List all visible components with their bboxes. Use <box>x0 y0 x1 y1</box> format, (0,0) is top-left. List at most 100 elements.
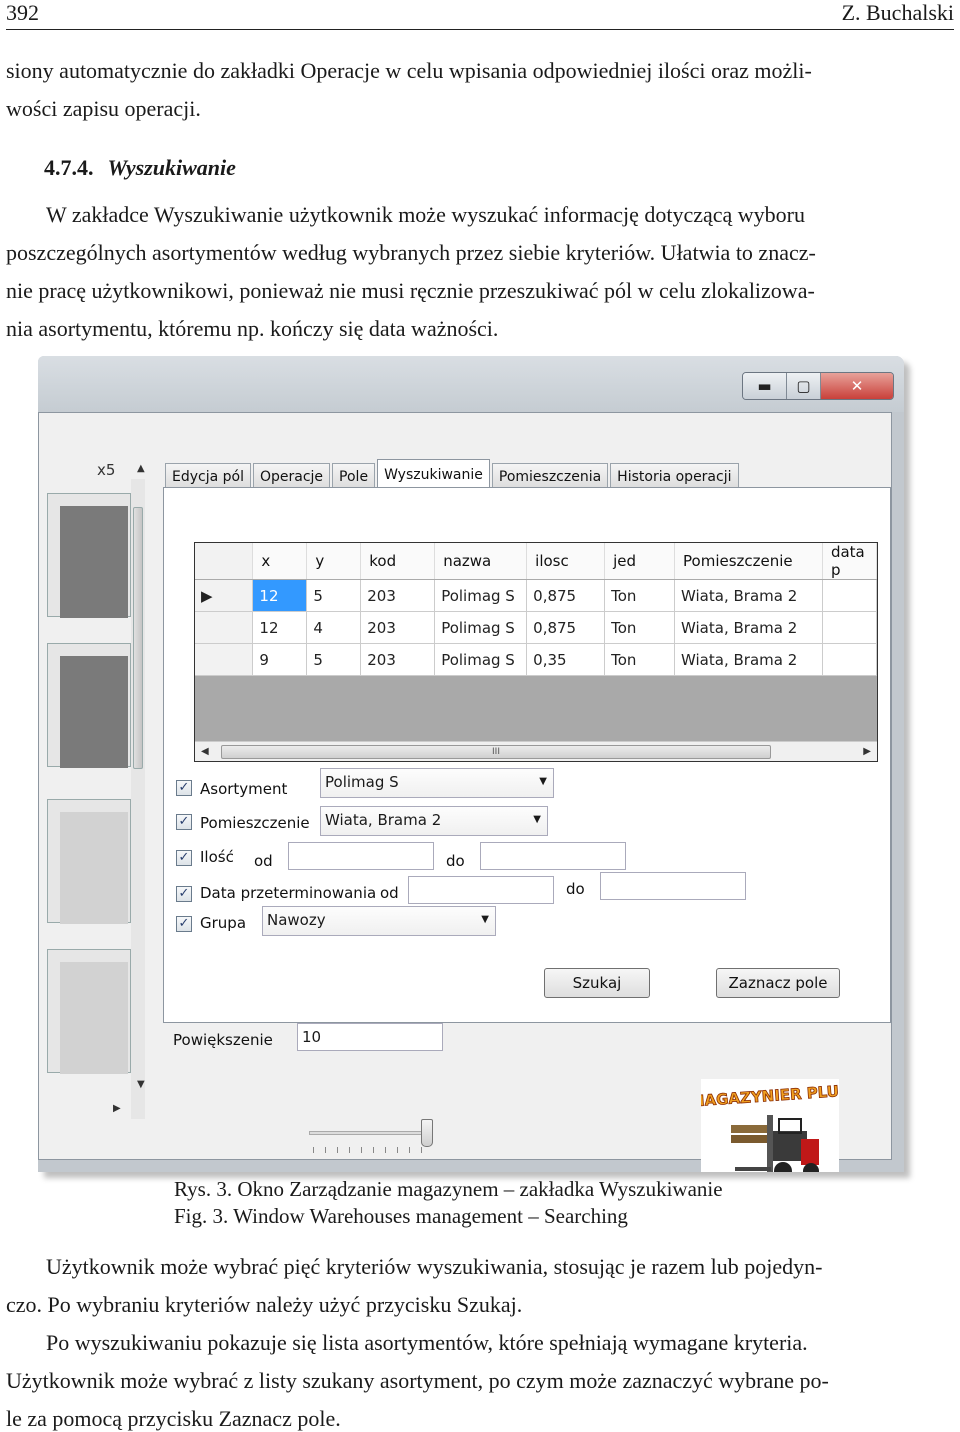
scroll-thumb[interactable]: III <box>221 745 771 759</box>
table-cell[interactable]: 0,875 <box>526 611 606 644</box>
table-cell[interactable] <box>822 643 878 676</box>
table-cell[interactable]: 4 <box>306 611 362 644</box>
chevron-down-icon: ▼ <box>533 814 541 825</box>
column-header[interactable]: nazwa <box>434 543 528 580</box>
current-row-marker-icon: ▶ <box>195 579 254 612</box>
thumbnail[interactable] <box>47 799 131 924</box>
table-cell[interactable]: Ton <box>604 643 676 676</box>
tab-bar: Edycja pól Operacje Pole Wyszukiwanie Po… <box>165 459 741 489</box>
scroll-right-icon[interactable]: ▶ <box>113 1103 121 1114</box>
text-line: poszczególnych asortymentów według wybra… <box>6 240 816 265</box>
data-from-input[interactable] <box>408 876 554 904</box>
table-cell[interactable]: Polimag S <box>434 579 528 612</box>
column-header[interactable]: jed <box>604 543 676 580</box>
slider-knob[interactable] <box>421 1119 433 1147</box>
table-cell[interactable]: Polimag S <box>434 611 528 644</box>
table-cell[interactable] <box>822 611 878 644</box>
text-line: le za pomocą przycisku Zaznacz pole. <box>6 1406 341 1431</box>
asortyment-checkbox[interactable]: ✓ <box>176 780 192 796</box>
asortyment-dropdown[interactable]: Polimag S ▼ <box>320 768 554 798</box>
dropdown-value: Nawozy <box>267 911 326 929</box>
thumbnail[interactable] <box>47 949 131 1074</box>
table-cell[interactable]: Ton <box>604 579 676 612</box>
running-author: Z. Buchalski <box>841 0 954 25</box>
tab-operacje[interactable]: Operacje <box>252 463 331 489</box>
table-cell[interactable]: 12 <box>252 611 308 644</box>
table-cell[interactable]: Wiata, Brama 2 <box>674 611 823 644</box>
table-cell[interactable] <box>822 579 878 612</box>
table-cell[interactable]: Polimag S <box>434 643 528 676</box>
grid-header-row: x y kod nazwa ilosc jed Pomieszczenie da… <box>195 543 878 580</box>
thumbnail[interactable] <box>47 643 131 768</box>
column-header[interactable]: x <box>252 543 308 580</box>
row-header[interactable] <box>195 611 254 644</box>
grid-horizontal-scrollbar[interactable]: ◀ III ▶ <box>195 741 877 761</box>
table-cell[interactable]: Wiata, Brama 2 <box>674 643 823 676</box>
row-header[interactable] <box>195 643 254 676</box>
figure-caption-en: Fig. 3. Window Warehouses management – S… <box>174 1204 628 1228</box>
tab-pole[interactable]: Pole <box>332 463 376 489</box>
text-line: Użytkownik może wybrać z listy szukany a… <box>6 1368 829 1393</box>
ilosc-from-input[interactable] <box>288 842 434 870</box>
grupa-checkbox[interactable]: ✓ <box>176 916 192 932</box>
pomieszczenie-dropdown[interactable]: Wiata, Brama 2 ▼ <box>320 806 548 836</box>
scroll-left-icon[interactable]: ◀ <box>201 746 209 757</box>
scroll-thumb[interactable] <box>133 507 143 769</box>
table-cell[interactable]: Wiata, Brama 2 <box>674 579 823 612</box>
maximize-button[interactable]: ▢ <box>787 373 821 399</box>
scroll-down-icon[interactable]: ▼ <box>137 1079 145 1090</box>
table-cell[interactable]: 0,875 <box>526 579 606 612</box>
pomieszczenie-checkbox[interactable]: ✓ <box>176 814 192 830</box>
zoom-label: Powiększenie <box>173 1031 273 1049</box>
zaznacz-pole-button[interactable]: Zaznacz pole <box>716 968 840 998</box>
table-cell[interactable]: 203 <box>360 579 436 612</box>
svg-text:MAGAZYNIER PLUS: MAGAZYNIER PLUS <box>701 1081 839 1110</box>
table-cell[interactable]: 5 <box>306 579 362 612</box>
ilosc-to-input[interactable] <box>480 842 626 870</box>
scroll-up-icon[interactable]: ▲ <box>137 463 145 474</box>
table-cell[interactable]: 5 <box>306 643 362 676</box>
minimize-button[interactable]: ▬ <box>743 373 787 399</box>
zoom-slider[interactable] <box>309 1113 437 1153</box>
column-header[interactable]: y <box>306 543 362 580</box>
table-row[interactable]: 9 5 203 Polimag S 0,35 Ton Wiata, Brama … <box>195 643 878 676</box>
thumbnail[interactable] <box>47 493 131 618</box>
column-header[interactable]: Pomieszczenie <box>674 543 823 580</box>
table-cell[interactable]: 0,35 <box>526 643 606 676</box>
table-cell[interactable]: 12 <box>252 579 308 612</box>
paragraph-intro: siony automatycznie do zakładki Operacje… <box>6 52 954 128</box>
column-header[interactable]: kod <box>360 543 436 580</box>
column-header[interactable]: ilosc <box>526 543 606 580</box>
zoom-input[interactable]: 10 <box>297 1023 443 1051</box>
tab-pomieszczenia[interactable]: Pomieszczenia <box>491 463 609 489</box>
grupa-dropdown[interactable]: Nawozy ▼ <box>262 906 496 936</box>
text-line: Użytkownik może wybrać pięć kryteriów wy… <box>46 1254 823 1279</box>
table-row[interactable]: 12 4 203 Polimag S 0,875 Ton Wiata, Bram… <box>195 611 878 644</box>
results-grid[interactable]: x y kod nazwa ilosc jed Pomieszczenie da… <box>194 542 878 762</box>
szukaj-button[interactable]: Szukaj <box>544 968 650 998</box>
figure-caption-pl: Rys. 3. Okno Zarządzanie magazynem – zak… <box>174 1177 723 1201</box>
tab-wyszukiwanie[interactable]: Wyszukiwanie <box>377 459 490 489</box>
paragraph-results: Po wyszukiwaniu pokazuje się lista asort… <box>6 1324 954 1432</box>
paragraph-search: W zakładce Wyszukiwanie użytkownik może … <box>6 196 954 348</box>
scroll-right-icon[interactable]: ▶ <box>863 746 871 757</box>
slider-track <box>309 1131 433 1135</box>
ilosc-from-label: od <box>254 852 273 870</box>
data-to-input[interactable] <box>600 872 746 900</box>
close-button[interactable]: ✕ <box>821 373 893 399</box>
tab-historia-operacji[interactable]: Historia operacji <box>610 463 739 489</box>
page-header: 392 Z. Buchalski <box>6 0 954 30</box>
table-cell[interactable]: 203 <box>360 611 436 644</box>
thumbnail-scrollbar[interactable] <box>131 479 145 1119</box>
tab-edycja-pol[interactable]: Edycja pól <box>165 463 251 489</box>
column-header[interactable]: data p <box>822 543 878 580</box>
table-cell[interactable]: 9 <box>252 643 308 676</box>
text-line: wości zapisu operacji. <box>6 96 201 121</box>
table-cell[interactable]: Ton <box>604 611 676 644</box>
table-row[interactable]: ▶ 12 5 203 Polimag S 0,875 Ton Wiata, Br… <box>195 579 878 612</box>
text-line: siony automatycznie do zakładki Operacje… <box>6 58 812 83</box>
ilosc-checkbox[interactable]: ✓ <box>176 850 192 866</box>
table-cell[interactable]: 203 <box>360 643 436 676</box>
window-client-area: x5 ▲ ▼ ▶ Edycja pól Operacje Pole Wyszuk… <box>38 412 892 1172</box>
data-checkbox[interactable]: ✓ <box>176 886 192 902</box>
